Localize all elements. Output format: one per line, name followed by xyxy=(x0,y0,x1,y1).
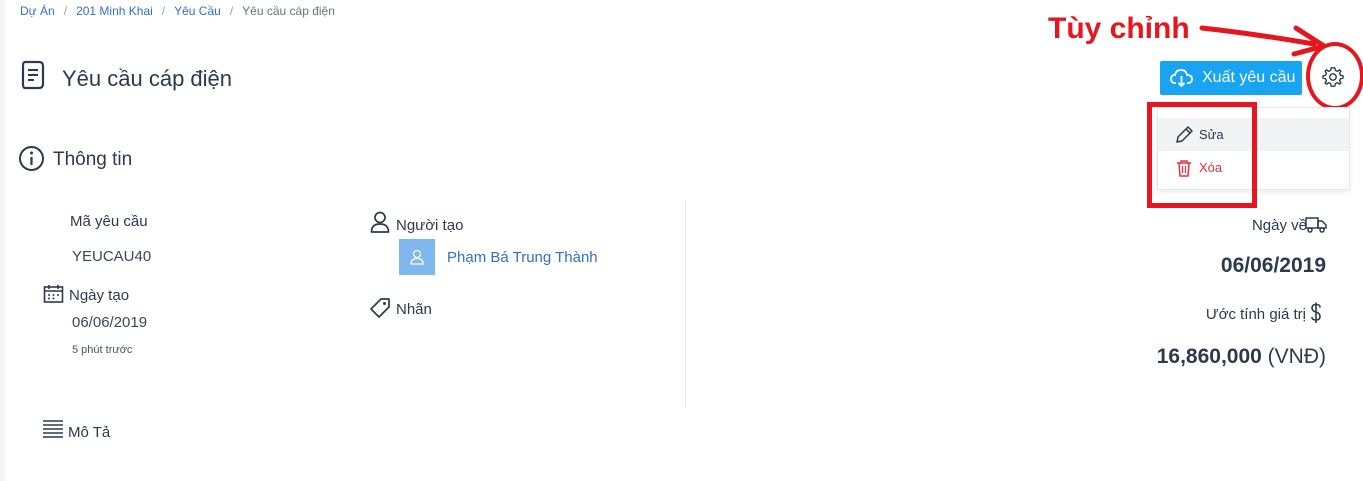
arrival-date-label: Ngày về xyxy=(1251,217,1307,234)
created-date-label: Ngày tạo xyxy=(69,287,130,304)
export-request-button[interactable]: Xuất yêu cầu xyxy=(1160,61,1302,95)
created-date-value: 06/06/2019 xyxy=(72,314,148,331)
user-icon xyxy=(410,249,424,265)
estimated-value-label: Ước tính giá trị xyxy=(1205,306,1306,323)
truck-icon xyxy=(1305,217,1327,233)
estimated-value: 16,860,000 (VNĐ) xyxy=(1157,345,1326,369)
user-icon xyxy=(370,211,390,233)
column-divider xyxy=(685,201,686,407)
breadcrumb-current: Yêu cầu cáp điện xyxy=(242,4,335,18)
created-relative-time: 5 phút trước xyxy=(72,344,133,356)
breadcrumb-projects[interactable]: Dự Án xyxy=(20,4,55,18)
tag-icon xyxy=(370,298,390,318)
avatar xyxy=(399,239,435,275)
creator-label: Người tạo xyxy=(396,217,464,234)
tag-label: Nhãn xyxy=(396,301,432,318)
breadcrumb-separator: / xyxy=(63,4,68,18)
section-title-info: Thông tin xyxy=(53,149,133,170)
breadcrumb-separator: / xyxy=(229,4,234,18)
text-lines-icon xyxy=(43,420,63,438)
calendar-icon xyxy=(43,285,64,303)
breadcrumb: Dự Án / 201 Minh Khai / Yêu Cầu / Yêu cầu cáp … xyxy=(20,4,335,18)
request-code-value: YEUCAU40 xyxy=(72,248,152,265)
estimated-value-unit: (VNĐ) xyxy=(1267,345,1326,368)
info-icon xyxy=(19,146,44,171)
breadcrumb-separator: / xyxy=(161,4,166,18)
request-code-label: Mã yêu cầu xyxy=(70,213,148,230)
export-request-label: Xuất yêu cầu xyxy=(1202,69,1296,86)
annotation-circle xyxy=(1306,42,1363,110)
cloud-download-icon xyxy=(1170,69,1193,88)
estimated-value-amount: 16,860,000 xyxy=(1156,345,1262,368)
annotation-box xyxy=(1147,102,1257,208)
description-label: Mô Tả xyxy=(68,424,111,441)
creator-name-link[interactable]: Phạm Bá Trung Thành xyxy=(447,249,598,266)
dollar-icon xyxy=(1311,302,1321,323)
arrival-date-value: 06/06/2019 xyxy=(1220,254,1326,277)
left-border xyxy=(0,0,5,481)
page-title: Yêu cầu cáp điện xyxy=(62,66,233,91)
annotation-label: Tùy chỉnh xyxy=(1048,12,1190,45)
document-icon xyxy=(21,60,45,90)
breadcrumb-requests[interactable]: Yêu Cầu xyxy=(174,4,221,18)
breadcrumb-project[interactable]: 201 Minh Khai xyxy=(76,4,153,18)
